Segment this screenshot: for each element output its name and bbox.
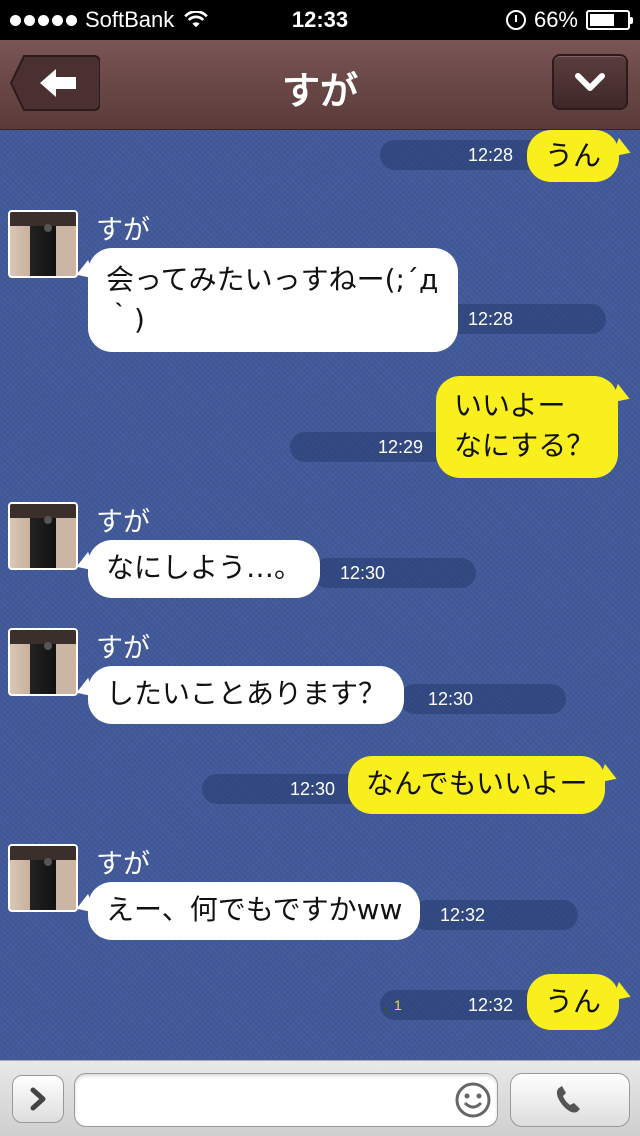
message-time: 12:30	[290, 779, 336, 799]
message-input-bar	[0, 1060, 640, 1136]
phone-icon	[556, 1086, 580, 1113]
message-text: いいよー	[454, 389, 566, 422]
call-button[interactable]	[510, 1073, 630, 1127]
message-time: 12:30	[428, 689, 474, 709]
sender-name: すが	[96, 507, 150, 538]
status-bar: SoftBank 12:33 66%	[0, 0, 640, 40]
message-time: 12:30	[340, 563, 386, 583]
timestamp-strip: 12:29	[290, 432, 460, 462]
incoming-message[interactable]: なにしよう…。	[88, 540, 321, 598]
message-time: 12:28	[468, 309, 514, 329]
battery-group: 66%	[505, 7, 633, 33]
avatar[interactable]	[8, 502, 78, 570]
outgoing-message[interactable]: なんでもいいよー	[348, 756, 606, 814]
sender-name: すが	[96, 849, 150, 880]
timestamp-strip: 12:28	[440, 304, 606, 334]
incoming-message[interactable]: えー、何でもですかww	[88, 882, 421, 940]
message-text: えー、何でもですかww	[106, 893, 403, 926]
page-title: すが	[281, 69, 358, 113]
message-text: うん	[545, 139, 602, 172]
chevron-down-icon	[575, 73, 605, 91]
message-time: 12:32	[468, 995, 514, 1015]
message-time: 12:29	[378, 437, 424, 457]
smiley-icon[interactable]	[454, 1081, 492, 1119]
outgoing-message[interactable]: うん	[527, 130, 620, 182]
timestamp-strip: 12:30	[312, 558, 476, 588]
timestamp-strip: 12:30	[400, 684, 566, 714]
avatar[interactable]	[8, 844, 78, 912]
message-time: 12:28	[468, 145, 514, 165]
alarm-icon	[505, 10, 526, 30]
message-time: 12:32	[440, 905, 486, 925]
timestamp-strip: 12:32	[412, 900, 578, 930]
message-text: なんでもいいよー	[366, 767, 588, 800]
avatar[interactable]	[8, 210, 78, 278]
sender-name: すが	[96, 633, 150, 664]
message-text: なにする？	[454, 429, 595, 462]
battery-icon	[586, 10, 633, 30]
expand-button[interactable]	[12, 1075, 64, 1123]
chat-area[interactable]: 12:28 うん すが 12:28 会ってみたいっすねー(;´д ｀) 12:2…	[0, 130, 640, 1060]
outgoing-message[interactable]: いいよー なにする？	[436, 376, 618, 478]
message-text: したいことあります？	[106, 677, 387, 710]
message-input[interactable]	[74, 1073, 498, 1127]
read-count: 1	[394, 997, 402, 1013]
message-text: ｀)	[106, 303, 145, 336]
timestamp-strip: 12:30	[202, 774, 372, 804]
avatar[interactable]	[8, 628, 78, 696]
sender-name: すが	[96, 215, 150, 246]
incoming-message[interactable]: したいことあります？	[88, 666, 405, 724]
outgoing-message[interactable]: うん	[527, 974, 620, 1030]
battery-percent: 66%	[533, 7, 578, 32]
incoming-message[interactable]: 会ってみたいっすねー(;´д ｀)	[88, 248, 458, 352]
message-text: なにしよう…。	[106, 551, 303, 584]
chat-header: すが	[0, 40, 640, 130]
message-text: 会ってみたいっすねー(;´д	[106, 263, 439, 296]
chevron-right-icon	[30, 1087, 46, 1111]
message-text: うん	[545, 985, 602, 1018]
menu-dropdown-button[interactable]	[552, 54, 628, 110]
